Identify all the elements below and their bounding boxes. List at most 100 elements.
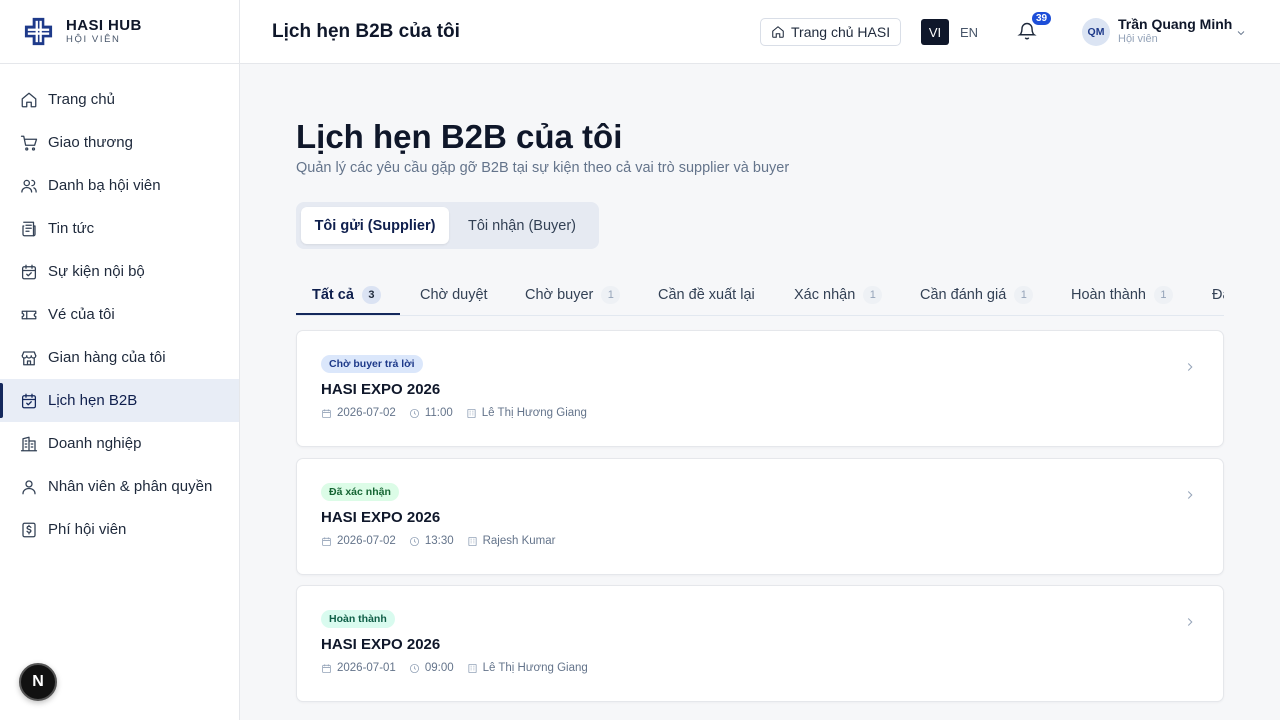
page-title: Lịch hẹn B2B của tôi	[296, 118, 623, 155]
tab-count-badge: 1	[601, 286, 621, 304]
tab-pending-approval[interactable]: Chờ duyệt	[420, 274, 488, 315]
role-tab-buyer[interactable]: Tôi nhận (Buyer)	[451, 207, 593, 244]
appointment-time: 09:00	[409, 662, 454, 674]
tab-completed[interactable]: Hoàn thành 1	[1071, 274, 1173, 315]
sidebar-item-label: Nhân viên & phân quyền	[48, 478, 213, 495]
sidebar-item-label: Giao thương	[48, 134, 133, 151]
tab-needs-reproposal[interactable]: Cần đề xuất lại	[658, 274, 755, 315]
date-text: 2026-07-02	[337, 407, 396, 419]
language-en-button[interactable]: EN	[957, 19, 981, 45]
language-vi-button[interactable]: VI	[921, 19, 949, 45]
tab-label: Chờ duyệt	[420, 287, 488, 303]
sidebar-item-label: Doanh nghiệp	[48, 435, 142, 452]
sidebar-item-label: Phí hội viên	[48, 521, 127, 538]
sidebar-item-staff-permissions[interactable]: Nhân viên & phân quyền	[0, 465, 239, 508]
user-role: Hội viên	[1118, 33, 1158, 45]
sidebar-nav: Trang chủ Giao thương Danh bạ hội viên T…	[0, 64, 239, 551]
appointment-date: 2026-07-02	[321, 535, 396, 547]
role-tab-supplier[interactable]: Tôi gửi (Supplier)	[301, 207, 449, 244]
sidebar-item-label: Vé của tôi	[48, 306, 115, 323]
calendar-icon	[21, 264, 37, 279]
appointment-time: 11:00	[409, 407, 453, 419]
sidebar-item-b2b-appointments[interactable]: Lịch hẹn B2B	[0, 379, 239, 422]
sidebar-item-my-tickets[interactable]: Vé của tôi	[0, 293, 239, 336]
role-toggle: Tôi gửi (Supplier) Tôi nhận (Buyer)	[296, 202, 599, 249]
tab-label: Xác nhận	[794, 287, 856, 303]
appointment-card[interactable]: Chờ buyer trả lời HASI EXPO 2026 2026-07…	[296, 330, 1224, 447]
sidebar-item-label: Tin tức	[48, 220, 95, 237]
tab-label: Cần đánh giá	[920, 287, 1007, 303]
sidebar-item-label: Sự kiện nội bộ	[48, 263, 145, 280]
page-subtitle: Quản lý các yêu cầu gặp gỡ B2B tại sự ki…	[296, 160, 790, 176]
user-name[interactable]: Trần Quang Minh	[1118, 16, 1232, 32]
tab-label: Hoàn thành	[1071, 287, 1146, 303]
user-menu-toggle[interactable]	[1235, 26, 1247, 38]
time-text: 13:30	[424, 535, 454, 547]
dollar-icon	[22, 522, 36, 537]
newspaper-icon	[22, 221, 36, 236]
tab-all[interactable]: Tất cả 3	[312, 274, 381, 315]
hasi-home-button[interactable]: Trang chủ HASI	[760, 18, 902, 46]
appointment-event-title: HASI EXPO 2026	[321, 381, 441, 398]
sidebar-item-internal-events[interactable]: Sự kiện nội bộ	[0, 250, 239, 293]
building-icon	[468, 663, 477, 673]
sidebar-item-label: Lịch hẹn B2B	[48, 392, 138, 409]
sidebar-item-membership-fee[interactable]: Phí hội viên	[0, 508, 239, 551]
chevron-right-icon	[1183, 488, 1197, 502]
sidebar-item-trade[interactable]: Giao thương	[0, 121, 239, 164]
tab-label: Đã	[1212, 287, 1224, 303]
sidebar-item-news[interactable]: Tin tức	[0, 207, 239, 250]
tab-label: Tất cả	[312, 287, 354, 303]
appointment-time: 13:30	[409, 535, 454, 547]
tab-confirmed[interactable]: Xác nhận 1	[794, 274, 883, 315]
floating-n-button[interactable]: N	[19, 663, 57, 701]
header-title: Lịch hẹn B2B của tôi	[272, 20, 460, 42]
notification-count-badge: 39	[1030, 10, 1054, 27]
brand-name: HASI HUB	[66, 17, 142, 34]
appointment-meta: 2026-07-02 11:00 Lê Thị Hương Giang	[321, 407, 600, 419]
appointment-partner: Rajesh Kumar	[467, 535, 555, 547]
tab-count-badge: 1	[1014, 286, 1034, 304]
user-icon	[22, 479, 36, 494]
clock-icon	[409, 408, 419, 418]
users-icon	[21, 179, 37, 193]
tab-count-badge: 1	[1153, 286, 1173, 304]
appointment-card[interactable]: Đã xác nhận HASI EXPO 2026 2026-07-02 13…	[296, 458, 1224, 575]
cart-icon	[20, 135, 38, 151]
clock-icon	[409, 663, 419, 673]
sidebar-item-member-directory[interactable]: Danh bạ hội viên	[0, 164, 239, 207]
status-badge: Đã xác nhận	[321, 483, 399, 501]
calendar-check-icon	[21, 393, 37, 408]
home-icon	[21, 92, 37, 107]
sidebar-item-enterprise[interactable]: Doanh nghiệp	[0, 422, 239, 465]
sidebar-item-home[interactable]: Trang chủ	[0, 78, 239, 121]
sidebar-item-my-booth[interactable]: Gian hàng của tôi	[0, 336, 239, 379]
calendar-icon	[322, 536, 331, 546]
partner-name: Lê Thị Hương Giang	[481, 407, 587, 419]
tab-needs-review[interactable]: Cần đánh giá 1	[920, 274, 1034, 315]
sidebar-item-label: Trang chủ	[48, 91, 115, 108]
tab-count-badge: 3	[361, 286, 381, 304]
tab-label: Chờ buyer	[525, 287, 594, 303]
tab-cancelled[interactable]: Đã	[1212, 274, 1224, 315]
building-icon	[468, 536, 477, 546]
calendar-icon	[322, 408, 331, 418]
avatar[interactable]: QM	[1082, 18, 1110, 46]
home-button-label: Trang chủ HASI	[791, 24, 891, 40]
chevron-right-icon	[1183, 615, 1197, 629]
appointment-meta: 2026-07-01 09:00 Lê Thị Hương Giang	[321, 662, 601, 674]
building-icon	[467, 408, 476, 418]
time-text: 11:00	[424, 407, 453, 419]
appointment-meta: 2026-07-02 13:30 Rajesh Kumar	[321, 535, 568, 547]
partner-name: Lê Thị Hương Giang	[482, 662, 588, 674]
appointment-date: 2026-07-02	[321, 407, 396, 419]
home-icon	[772, 26, 784, 38]
tab-count-badge: 1	[863, 286, 883, 304]
date-text: 2026-07-02	[337, 535, 396, 547]
appointment-card[interactable]: Hoàn thành HASI EXPO 2026 2026-07-01 09:…	[296, 585, 1224, 702]
store-icon	[21, 350, 37, 365]
appointment-event-title: HASI EXPO 2026	[321, 509, 441, 526]
tab-waiting-buyer[interactable]: Chờ buyer 1	[525, 274, 621, 315]
chevron-down-icon	[1237, 31, 1245, 36]
brand[interactable]: HASI HUB HỘI VIÊN	[0, 0, 239, 64]
